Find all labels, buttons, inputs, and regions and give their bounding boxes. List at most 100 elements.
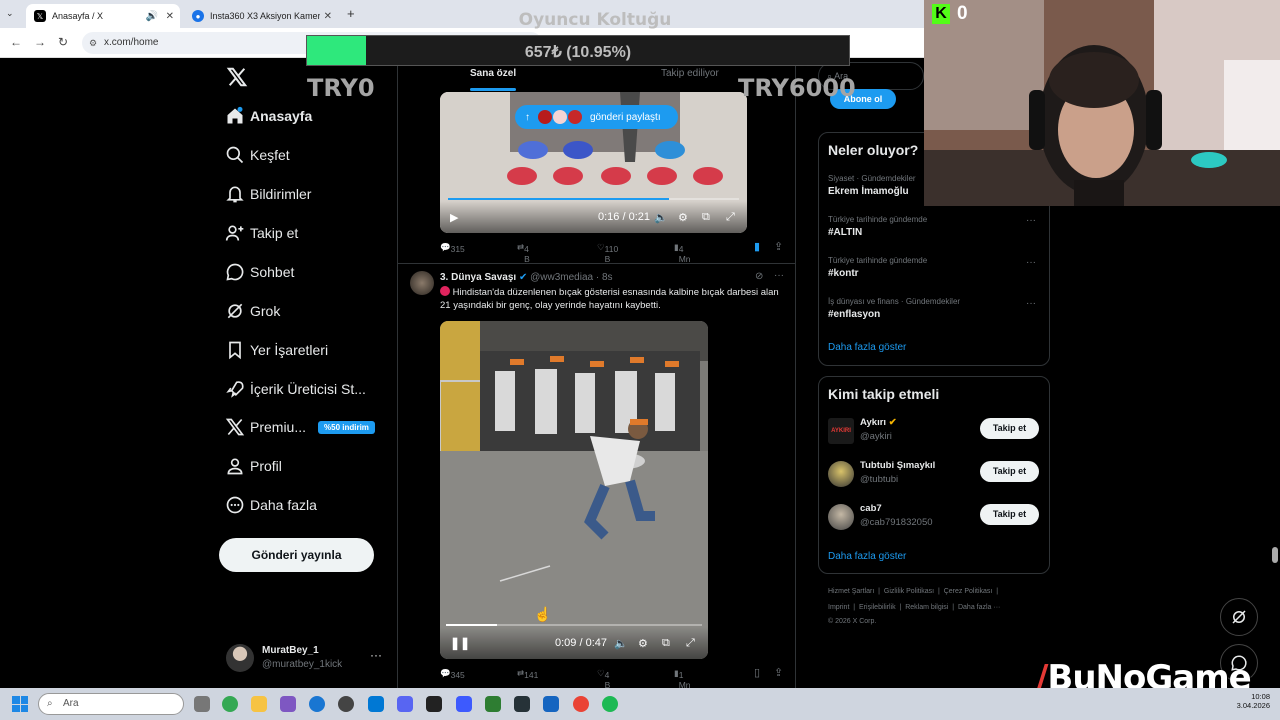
avatar[interactable] [828, 504, 854, 530]
post1-video[interactable]: ↑ gönderi paylaştı ▶ 0:16 / 0:21 🔈 ⚙ ⧉ ⤢ [440, 92, 747, 233]
footer-link[interactable]: Reklam bilgisi [905, 604, 948, 611]
like-button[interactable]: ♡ 110 B [597, 242, 618, 264]
obs-icon[interactable] [338, 696, 354, 712]
follow-button[interactable]: Takip et [980, 504, 1039, 525]
footer-link[interactable]: Daha fazla ··· [958, 604, 1000, 611]
minecraft-icon[interactable] [485, 696, 501, 712]
reply-button[interactable]: 💬 315 [440, 242, 465, 254]
capcut-icon[interactable] [426, 696, 442, 712]
more-dots-icon[interactable]: ··· [1026, 215, 1036, 226]
tab-insta360[interactable]: ● Insta360 X3 Aksiyon Kamerası ✕ [184, 4, 338, 28]
store-icon[interactable] [368, 696, 384, 712]
edge-icon[interactable] [309, 696, 325, 712]
repost-button[interactable]: ⇄ 141 [517, 668, 538, 680]
sidebar-item-yer-isaretleri[interactable]: Yer İşaretleri [218, 332, 398, 368]
pip-icon[interactable]: ⧉ [702, 211, 710, 224]
app-icon[interactable] [456, 696, 472, 712]
tab-list-chevron-icon[interactable]: ⌄ [6, 8, 14, 19]
share-icon[interactable]: ⇪ [774, 240, 783, 253]
footer-link[interactable]: Erişilebilirlik [859, 604, 896, 611]
settings-icon[interactable]: ⚙ [678, 211, 688, 224]
x-logo-icon[interactable] [226, 66, 248, 88]
terminal-icon[interactable] [514, 696, 530, 712]
trend-name[interactable]: Ekrem İmamoğlu [828, 186, 909, 197]
views-button[interactable]: ▮ 4 Mn [674, 242, 691, 264]
fullscreen-icon[interactable]: ⤢ [686, 637, 695, 650]
close-tab-icon[interactable]: ✕ [324, 11, 332, 22]
tab-takip-ediliyor[interactable]: Takip ediliyor [661, 68, 719, 79]
reload-icon[interactable]: ↻ [58, 35, 68, 49]
post-handle[interactable]: @ww3mediaa [530, 272, 593, 283]
speaker-icon[interactable]: 🔊 [146, 11, 158, 22]
sidebar-item-kesfet[interactable]: Keşfet [218, 137, 398, 173]
tab-anasayfa[interactable]: 𝕏 Anasayfa / X 🔊 ✕ [26, 4, 180, 28]
trend-name[interactable]: #enflasyon [828, 309, 880, 320]
fullscreen-icon[interactable]: ⤢ [726, 211, 735, 224]
follow-name[interactable]: Tubtubi Şımaykıl [860, 460, 935, 471]
discord-icon[interactable] [397, 696, 413, 712]
back-icon[interactable]: ← [10, 35, 22, 49]
trend-name[interactable]: #kontr [828, 268, 859, 279]
post-author[interactable]: 3. Dünya Savaşı [440, 272, 516, 283]
sidebar-item-icerik-ureticisi[interactable]: İçerik Üreticisi St... [218, 371, 398, 407]
repost-button[interactable]: ⇄ 4 B [517, 242, 530, 264]
post2-video[interactable]: ❚❚ 0:09 / 0:47 🔈 ⚙ ⧉ ⤢ [440, 321, 708, 659]
sidebar-item-takip-et[interactable]: Takip et [218, 215, 398, 251]
spotify-icon[interactable] [602, 696, 618, 712]
more-dots-icon[interactable]: ··· [774, 270, 784, 281]
follow-button[interactable]: Takip et [980, 418, 1039, 439]
more-dots-icon[interactable]: ··· [1026, 298, 1036, 309]
volume-icon[interactable]: 🔈 [654, 211, 668, 224]
avatar[interactable] [828, 461, 854, 487]
volume-icon[interactable]: 🔈 [614, 637, 628, 650]
chrome-icon[interactable] [573, 696, 589, 712]
sidebar-item-premium[interactable]: Premiu... %50 indirim [218, 409, 398, 445]
page-scrollbar-thumb[interactable] [1272, 547, 1278, 563]
sidebar-item-sohbet[interactable]: Sohbet [218, 254, 398, 290]
grok-floating-button[interactable] [1220, 598, 1258, 636]
task-view-icon[interactable] [194, 696, 210, 712]
like-button[interactable]: ♡ 4 B [597, 668, 610, 690]
taskbar-search[interactable]: ⌕ Ara [38, 693, 184, 715]
sidebar-item-anasayfa[interactable]: Anasayfa [218, 98, 398, 134]
pip-icon[interactable]: ⧉ [662, 637, 670, 650]
post-button[interactable]: Gönderi yayınla [219, 538, 374, 572]
bookmark-icon[interactable]: ▮ [754, 240, 760, 253]
follow-button[interactable]: Takip et [980, 461, 1039, 482]
video-progress-track[interactable] [448, 198, 739, 200]
sidebar-item-grok[interactable]: Grok [218, 293, 398, 329]
video-progress-track[interactable] [446, 624, 702, 626]
pause-icon[interactable]: ❚❚ [450, 636, 470, 650]
sidebar-item-bildirimler[interactable]: Bildirimler [218, 176, 398, 212]
footer-link[interactable]: Imprint [828, 604, 849, 611]
clock[interactable]: 10:08 3.04.2026 [1222, 692, 1270, 710]
grok-icon[interactable]: ⊘ [755, 271, 763, 282]
show-more-link[interactable]: Daha fazla göster [828, 551, 906, 562]
trend-name[interactable]: #ALTIN [828, 227, 862, 238]
tab-sana-ozel[interactable]: Sana özel [470, 68, 516, 79]
avatar[interactable]: AYKIRI [828, 418, 854, 444]
share-pill[interactable]: ↑ gönderi paylaştı [515, 105, 678, 129]
reply-button[interactable]: 💬 345 [440, 668, 465, 680]
more-dots-icon[interactable]: ··· [370, 648, 382, 662]
views-button[interactable]: ▮ 1 Mn [674, 668, 691, 690]
footer-link[interactable]: Gizlilik Politikası [884, 588, 934, 595]
forward-icon[interactable]: → [34, 35, 46, 49]
footer-link[interactable]: Çerez Politikası [944, 588, 993, 595]
more-dots-icon[interactable]: ··· [1026, 257, 1036, 268]
close-tab-icon[interactable]: ✕ [166, 11, 174, 22]
account-switcher[interactable]: MuratBey_1 @muratbey_1kick ··· [226, 640, 396, 680]
show-more-link[interactable]: Daha fazla göster [828, 342, 906, 353]
follow-name[interactable]: cab7 [860, 503, 882, 514]
settings-icon[interactable]: ⚙ [638, 637, 648, 650]
sidebar-item-profil[interactable]: Profil [218, 448, 398, 484]
site-info-icon[interactable]: ⚙ [89, 32, 97, 54]
new-tab-icon[interactable]: + [347, 6, 355, 21]
ea-icon[interactable] [543, 696, 559, 712]
file-explorer-icon[interactable] [251, 696, 267, 712]
chrome-icon[interactable] [222, 696, 238, 712]
copilot-icon[interactable] [280, 696, 296, 712]
windows-start-icon[interactable] [12, 696, 28, 712]
avatar[interactable] [410, 271, 434, 295]
follow-name[interactable]: Aykırı ✔ [860, 417, 897, 428]
